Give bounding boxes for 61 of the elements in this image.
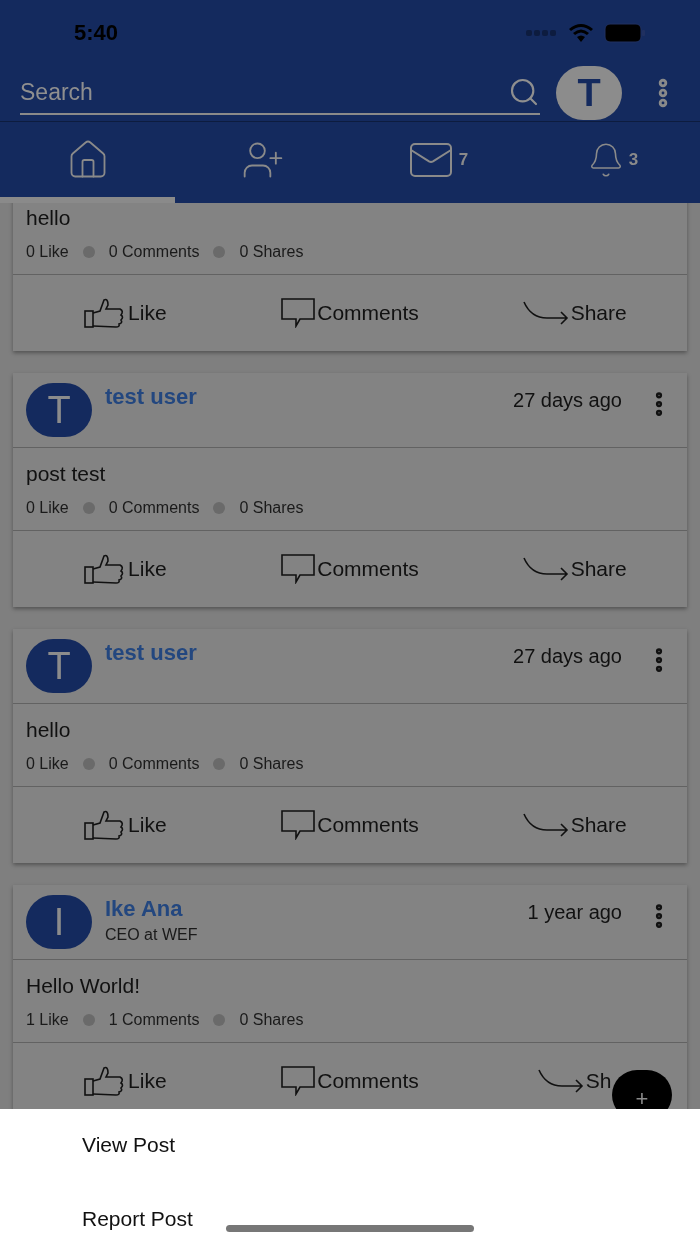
comment-icon bbox=[281, 554, 316, 584]
post-stat: 1 Like bbox=[26, 1010, 69, 1030]
signal-icon bbox=[526, 29, 558, 36]
share-arrow-icon bbox=[522, 812, 569, 838]
dot-separator bbox=[82, 758, 95, 770]
post-stat: 1 Comments bbox=[108, 1010, 200, 1030]
post-stat: 0 Shares bbox=[239, 754, 304, 774]
avatar[interactable]: I bbox=[26, 895, 92, 949]
post-action-button[interactable]: Share bbox=[462, 297, 687, 329]
share-arrow-icon bbox=[522, 556, 569, 582]
battery-icon bbox=[604, 22, 646, 43]
post-action-button[interactable]: Share bbox=[462, 809, 687, 841]
sheet-option[interactable]: View Post bbox=[82, 1129, 700, 1161]
dot-separator bbox=[213, 246, 226, 258]
dot-separator bbox=[82, 246, 95, 258]
dot-separator bbox=[213, 502, 226, 514]
post-stat: 0 Shares bbox=[239, 1010, 304, 1030]
nav-tab[interactable]: 3 bbox=[525, 122, 700, 203]
share-arrow-icon bbox=[522, 300, 569, 326]
post-action-button[interactable]: Like bbox=[13, 809, 238, 841]
post-action-button[interactable]: Like bbox=[13, 297, 238, 329]
post-time: 27 days ago bbox=[513, 388, 622, 413]
post-text: hello bbox=[26, 205, 72, 231]
post-text: Hello World! bbox=[26, 973, 141, 999]
share-arrow-icon bbox=[537, 1068, 584, 1094]
post-time: 27 days ago bbox=[513, 644, 622, 669]
post-stat: 0 Shares bbox=[239, 242, 304, 262]
post-action-button[interactable]: Comments bbox=[237, 809, 463, 841]
post-stat: 0 Comments bbox=[108, 498, 200, 518]
post-stat: 0 Like bbox=[26, 754, 69, 774]
comment-icon bbox=[281, 810, 316, 840]
post-text: post test bbox=[26, 461, 107, 487]
post-action-button[interactable]: Like bbox=[13, 1065, 238, 1097]
wifi-icon bbox=[568, 23, 594, 42]
post-stat: 0 Like bbox=[26, 242, 69, 262]
post-stat: 0 Comments bbox=[108, 754, 200, 774]
avatar[interactable]: T bbox=[26, 639, 92, 693]
search-field[interactable]: Search bbox=[20, 74, 508, 110]
avatar[interactable]: T bbox=[26, 383, 92, 437]
dot-separator bbox=[82, 502, 95, 514]
post-stat: 0 Comments bbox=[108, 242, 200, 262]
post-action-button[interactable]: Comments bbox=[237, 1065, 463, 1097]
status-time: 5:40 bbox=[74, 19, 119, 47]
sheet-option[interactable]: Report Post bbox=[82, 1202, 700, 1234]
post-stat: 0 Shares bbox=[239, 498, 304, 518]
post-time: 1 year ago bbox=[527, 900, 622, 925]
dot-separator bbox=[213, 758, 226, 770]
post-action-button[interactable]: Comments bbox=[237, 553, 463, 585]
search-icon[interactable] bbox=[508, 76, 540, 108]
profile-avatar[interactable]: T bbox=[556, 66, 622, 120]
post-action-button[interactable]: Share bbox=[462, 553, 687, 585]
nav-tab[interactable]: 7 bbox=[350, 122, 525, 203]
post-action-button[interactable]: Comments bbox=[237, 297, 463, 329]
comment-icon bbox=[281, 1066, 316, 1096]
post-text: hello bbox=[26, 717, 72, 743]
comment-icon bbox=[281, 298, 316, 328]
post-action-button[interactable]: Like bbox=[13, 553, 238, 585]
dot-separator bbox=[82, 1014, 95, 1026]
author-title: CEO at WEF bbox=[105, 925, 199, 945]
dot-separator bbox=[213, 1014, 226, 1026]
post-stat: 0 Like bbox=[26, 498, 69, 518]
